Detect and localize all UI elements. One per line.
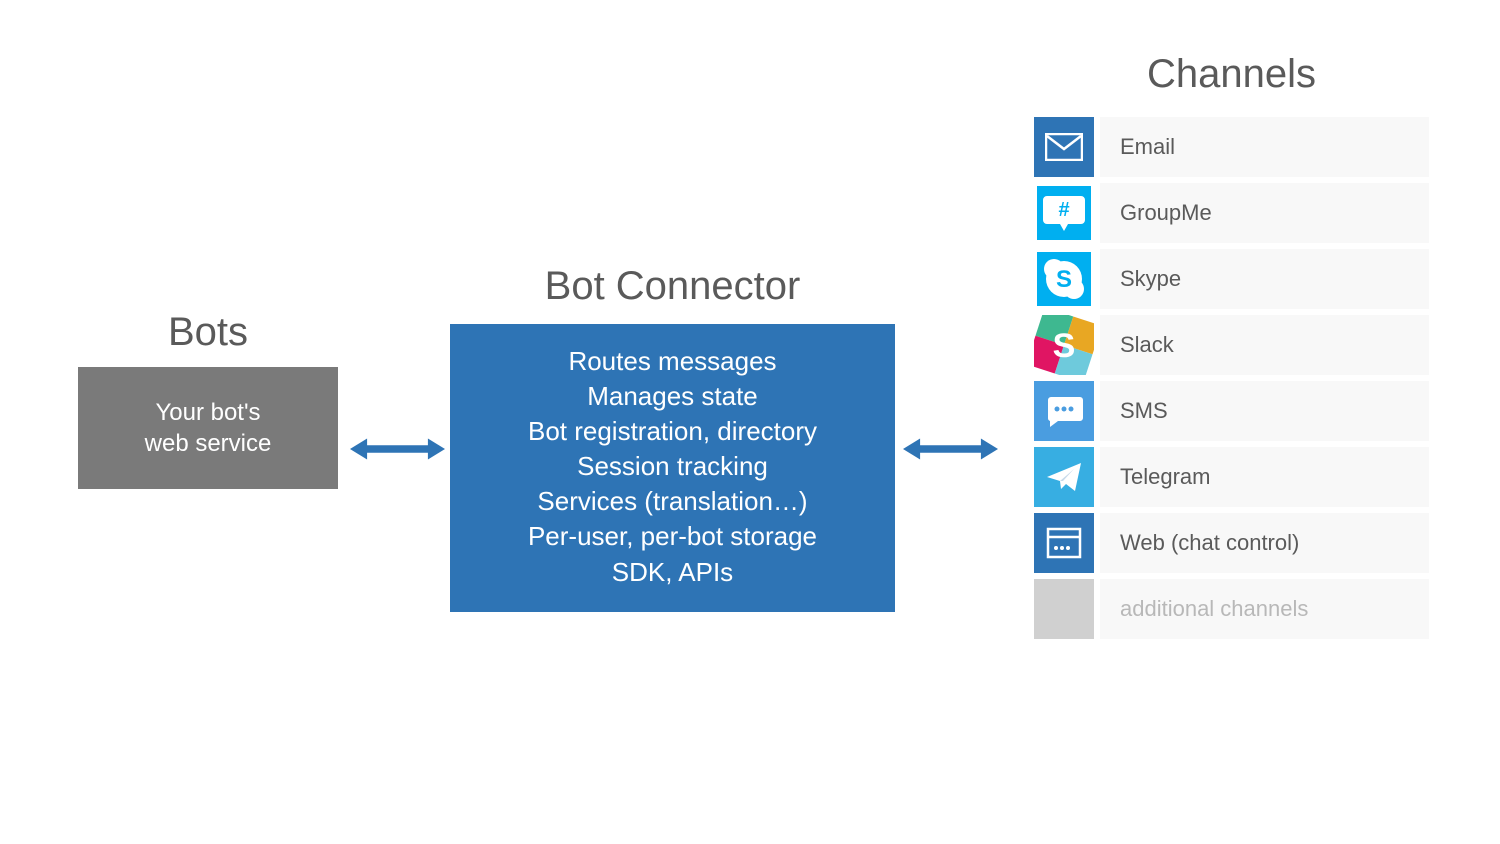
channel-row-email: Email — [1034, 117, 1429, 177]
bots-box-line2: web service — [98, 428, 318, 459]
channel-label: additional channels — [1100, 579, 1429, 639]
groupme-icon: # — [1034, 183, 1094, 243]
channel-label: Slack — [1100, 315, 1429, 375]
channel-row-sms: SMS — [1034, 381, 1429, 441]
connector-line: Routes messages — [460, 344, 885, 379]
connector-line: Bot registration, directory — [460, 414, 885, 449]
bots-box: Your bot's web service — [78, 367, 338, 489]
connector-line: Session tracking — [460, 449, 885, 484]
channels-section: Channels Email # GroupMe S Skype — [1034, 52, 1429, 645]
channel-row-telegram: Telegram — [1034, 447, 1429, 507]
channel-label: Skype — [1100, 249, 1429, 309]
arrow-bots-connector — [350, 434, 445, 464]
blank-icon — [1034, 579, 1094, 639]
telegram-icon — [1034, 447, 1094, 507]
slack-icon: S — [1034, 315, 1094, 375]
connector-line: SDK, APIs — [460, 555, 885, 590]
channel-label: Web (chat control) — [1100, 513, 1429, 573]
arrow-connector-channels — [903, 434, 998, 464]
channel-label: SMS — [1100, 381, 1429, 441]
channel-label: GroupMe — [1100, 183, 1429, 243]
channel-row-skype: S Skype — [1034, 249, 1429, 309]
channel-label: Email — [1100, 117, 1429, 177]
connector-line: Manages state — [460, 379, 885, 414]
channels-title: Channels — [1034, 52, 1429, 97]
channel-row-web: Web (chat control) — [1034, 513, 1429, 573]
connector-box: Routes messages Manages state Bot regist… — [450, 324, 895, 612]
connector-section: Bot Connector Routes messages Manages st… — [450, 264, 895, 612]
channel-row-groupme: # GroupMe — [1034, 183, 1429, 243]
sms-icon — [1034, 381, 1094, 441]
channel-row-additional: additional channels — [1034, 579, 1429, 639]
bots-section: Bots Your bot's web service — [78, 310, 338, 489]
web-icon — [1034, 513, 1094, 573]
channel-row-slack: S Slack — [1034, 315, 1429, 375]
connector-title: Bot Connector — [450, 264, 895, 309]
bots-box-line1: Your bot's — [98, 397, 318, 428]
svg-text:#: # — [1058, 199, 1069, 221]
skype-icon: S — [1034, 249, 1094, 309]
bots-title: Bots — [78, 310, 338, 355]
channel-label: Telegram — [1100, 447, 1429, 507]
connector-line: Per-user, per-bot storage — [460, 519, 885, 554]
svg-text:S: S — [1056, 266, 1072, 293]
svg-text:S: S — [1053, 327, 1076, 365]
email-icon — [1034, 117, 1094, 177]
connector-line: Services (translation…) — [460, 484, 885, 519]
